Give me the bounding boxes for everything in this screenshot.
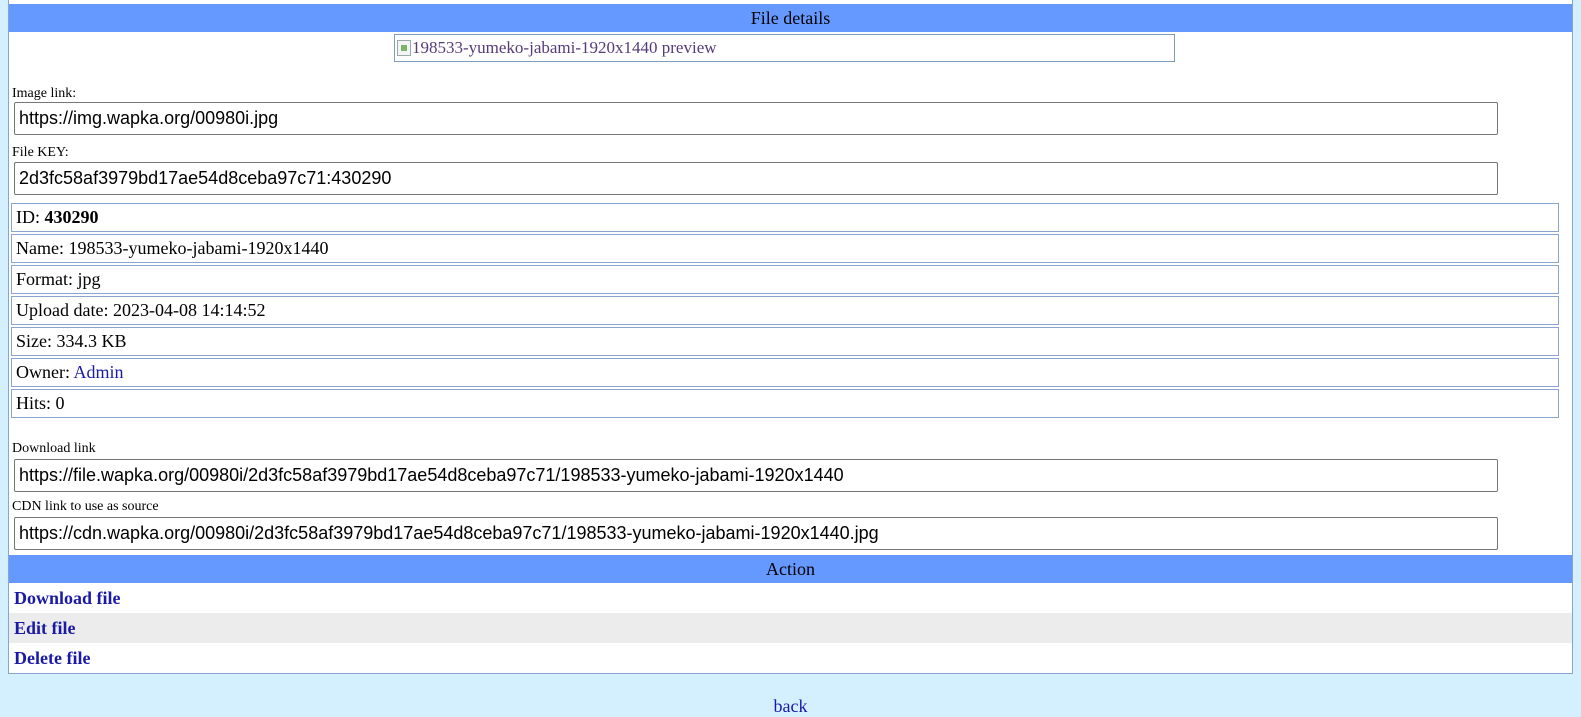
info-row-id: ID: 430290 [11,203,1559,232]
upload-date-value: 2023-04-08 14:14:52 [112,300,266,320]
info-row-name: Name: 198533-yumeko-jabami-1920x1440 [11,234,1559,263]
info-row-owner: Owner: Admin [11,358,1559,387]
id-label: ID: [16,207,45,227]
info-row-upload-date: Upload date: 2023-04-08 14:14:52 [11,296,1559,325]
delete-file-item: Delete file [9,643,1572,673]
file-key-label: File KEY: [12,145,69,160]
image-preview[interactable]: 198533-yumeko-jabami-1920x1440 preview [394,34,1175,62]
edit-file-item: Edit file [9,613,1572,643]
id-value: 430290 [44,207,99,227]
download-link-field[interactable]: https://file.wapka.org/00980i/2d3fc58af3… [14,459,1498,492]
image-link-label: Image link: [12,86,77,101]
download-link-label: Download link [12,441,96,456]
name-value: 198533-yumeko-jabami-1920x1440 [68,238,329,258]
file-details-header: File details [9,4,1572,32]
format-label: Format: [16,269,78,289]
hits-value: 0 [55,393,65,413]
cdn-link-label: CDN link to use as source [12,499,159,514]
owner-label: Owner: [16,362,74,382]
back-container: back [0,695,1581,717]
info-row-hits: Hits: 0 [11,389,1559,418]
hits-label: Hits: [16,393,56,413]
edit-file-link[interactable]: Edit file [14,618,76,638]
cdn-link-field[interactable]: https://cdn.wapka.org/00980i/2d3fc58af39… [14,517,1498,550]
download-file-link[interactable]: Download file [14,588,121,608]
preview-alt-text: 198533-yumeko-jabami-1920x1440 preview [412,38,717,57]
format-value: jpg [77,269,101,289]
download-file-item: Download file [9,583,1572,613]
preview-container: 198533-yumeko-jabami-1920x1440 preview [9,32,1572,73]
upload-date-label: Upload date: [16,300,113,320]
back-link[interactable]: back [774,696,808,716]
info-row-format: Format: jpg [11,265,1559,294]
file-details-panel: File details 198533-yumeko-jabami-1920x1… [8,0,1573,674]
owner-link[interactable]: Admin [74,362,124,382]
name-label: Name: [16,238,69,258]
broken-image-icon [397,40,411,56]
size-label: Size: [16,331,57,351]
info-row-size: Size: 334.3 KB [11,327,1559,356]
delete-file-link[interactable]: Delete file [14,648,90,668]
size-value: 334.3 KB [56,331,127,351]
action-header: Action [9,555,1572,583]
image-link-field[interactable]: https://img.wapka.org/00980i.jpg [14,102,1498,135]
file-key-field[interactable]: 2d3fc58af3979bd17ae54d8ceba97c71:430290 [14,162,1498,195]
